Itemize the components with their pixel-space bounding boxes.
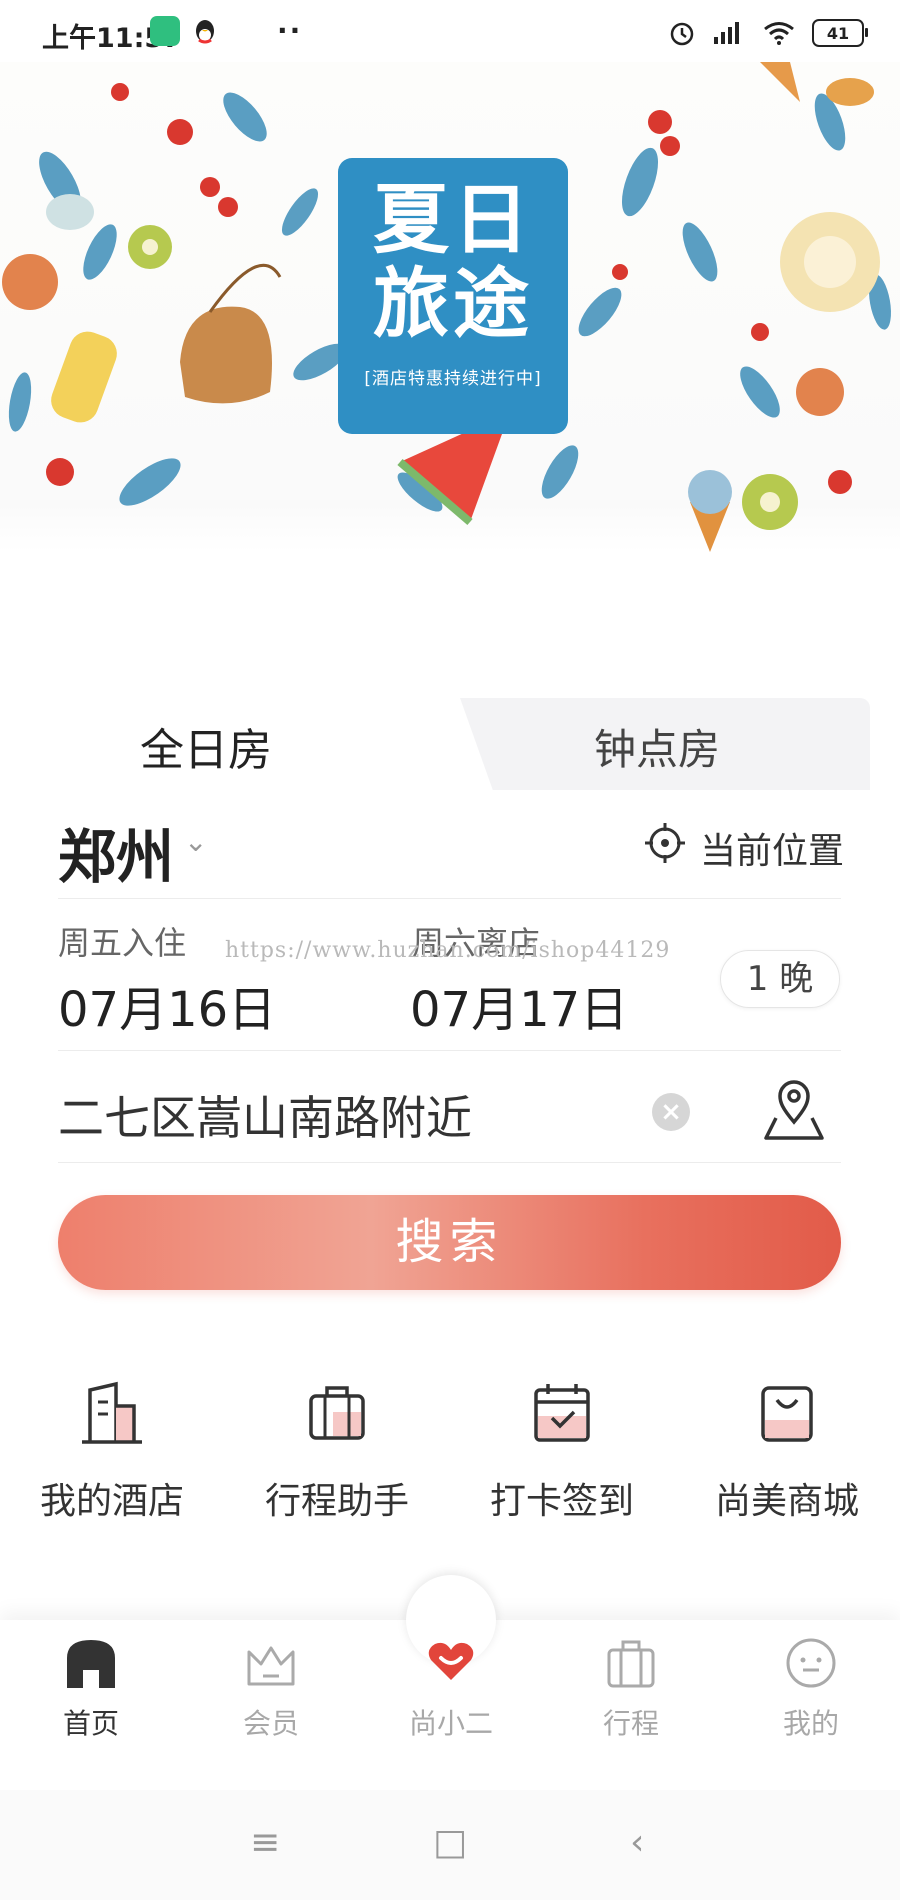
watermark-text: https://www.huzhan.com/ishop44129 bbox=[225, 938, 671, 963]
quick-link-mall[interactable]: 尚美商城 bbox=[687, 1380, 887, 1524]
quick-link-label: 我的酒店 bbox=[39, 1481, 184, 1522]
nav-label: 会员 bbox=[242, 1707, 299, 1740]
tab-full-day[interactable]: 全日房 bbox=[140, 714, 272, 778]
crown-icon bbox=[247, 1646, 295, 1686]
status-bar: 上午11:57 ·· 41 bbox=[0, 0, 900, 70]
calendar-check-icon bbox=[534, 1384, 590, 1442]
nav-label: 我的 bbox=[782, 1707, 839, 1740]
banner-subtitle: [酒店特惠持续进行中] bbox=[364, 369, 542, 389]
quick-link-label: 尚美商城 bbox=[714, 1481, 859, 1522]
menu-icon[interactable]: ≡ bbox=[250, 1822, 280, 1863]
tab-hourly[interactable]: 钟点房 bbox=[594, 716, 720, 777]
divider bbox=[58, 1050, 841, 1051]
location-keyword-input[interactable]: 二七区嵩山南路附近 bbox=[58, 1082, 472, 1148]
home-icon bbox=[67, 1640, 115, 1688]
battery-indicator: 41 bbox=[812, 19, 868, 47]
system-navigation-bar: ≡ □ ‹ bbox=[0, 1790, 900, 1900]
quick-link-label: 行程助手 bbox=[264, 1481, 409, 1522]
checkout-date[interactable]: 07月17日 bbox=[410, 970, 628, 1040]
crosshair-location-icon[interactable] bbox=[644, 822, 686, 864]
checkin-date[interactable]: 07月16日 bbox=[58, 970, 276, 1040]
wifi-icon bbox=[764, 22, 794, 45]
nav-home[interactable]: 首页 bbox=[26, 1636, 156, 1742]
divider bbox=[58, 1162, 841, 1163]
map-pin-icon[interactable] bbox=[760, 1076, 828, 1142]
suitcase-icon bbox=[309, 1386, 365, 1440]
home-square-icon[interactable]: □ bbox=[433, 1822, 467, 1863]
checkin-day-label: 周五入住 bbox=[58, 924, 187, 962]
current-location-button[interactable]: 当前位置 bbox=[700, 822, 844, 874]
luggage-icon bbox=[607, 1640, 655, 1688]
heart-logo-icon bbox=[428, 1642, 474, 1680]
banner-title-badge: 夏日 旅途 [酒店特惠持续进行中] bbox=[338, 158, 568, 434]
city-selector[interactable]: 郑州 bbox=[58, 810, 174, 894]
nav-label: 行程 bbox=[602, 1707, 659, 1740]
app-notification-icon bbox=[150, 16, 180, 46]
nav-label: 尚小二 bbox=[408, 1707, 493, 1740]
quick-link-label: 打卡签到 bbox=[489, 1481, 634, 1522]
nights-badge: 1 晚 bbox=[720, 950, 840, 1008]
clear-input-icon[interactable]: × bbox=[652, 1093, 690, 1131]
banner-title-line1: 夏日 bbox=[373, 175, 533, 264]
divider bbox=[58, 898, 841, 899]
quick-link-check-in[interactable]: 打卡签到 bbox=[462, 1380, 662, 1524]
alarm-icon bbox=[670, 22, 694, 46]
status-right: 41 bbox=[668, 16, 868, 50]
promo-banner[interactable]: 夏日 旅途 [酒店特惠持续进行中] bbox=[0, 62, 900, 552]
chevron-down-icon[interactable]: ⌄ bbox=[184, 825, 207, 858]
quick-link-my-hotel[interactable]: 我的酒店 bbox=[12, 1380, 212, 1524]
signal-icon bbox=[714, 22, 739, 44]
qq-notification-icon bbox=[190, 16, 220, 46]
quick-link-trip-assistant[interactable]: 行程助手 bbox=[237, 1380, 437, 1524]
nav-profile[interactable]: 我的 bbox=[746, 1636, 876, 1742]
shopping-bag-icon bbox=[761, 1386, 813, 1442]
back-icon[interactable]: ‹ bbox=[630, 1822, 644, 1863]
nav-membership[interactable]: 会员 bbox=[206, 1636, 336, 1742]
nav-assistant[interactable]: 尚小二 bbox=[386, 1636, 516, 1742]
search-button[interactable]: 搜索 bbox=[58, 1195, 841, 1290]
nav-trips[interactable]: 行程 bbox=[566, 1636, 696, 1742]
profile-icon bbox=[786, 1638, 836, 1688]
hotel-icon bbox=[82, 1381, 142, 1444]
banner-title-line2: 旅途 bbox=[373, 259, 533, 348]
room-type-tabs: 全日房 钟点房 bbox=[0, 698, 870, 790]
nav-label: 首页 bbox=[62, 1707, 119, 1740]
more-notifications-icon: ·· bbox=[277, 14, 303, 47]
